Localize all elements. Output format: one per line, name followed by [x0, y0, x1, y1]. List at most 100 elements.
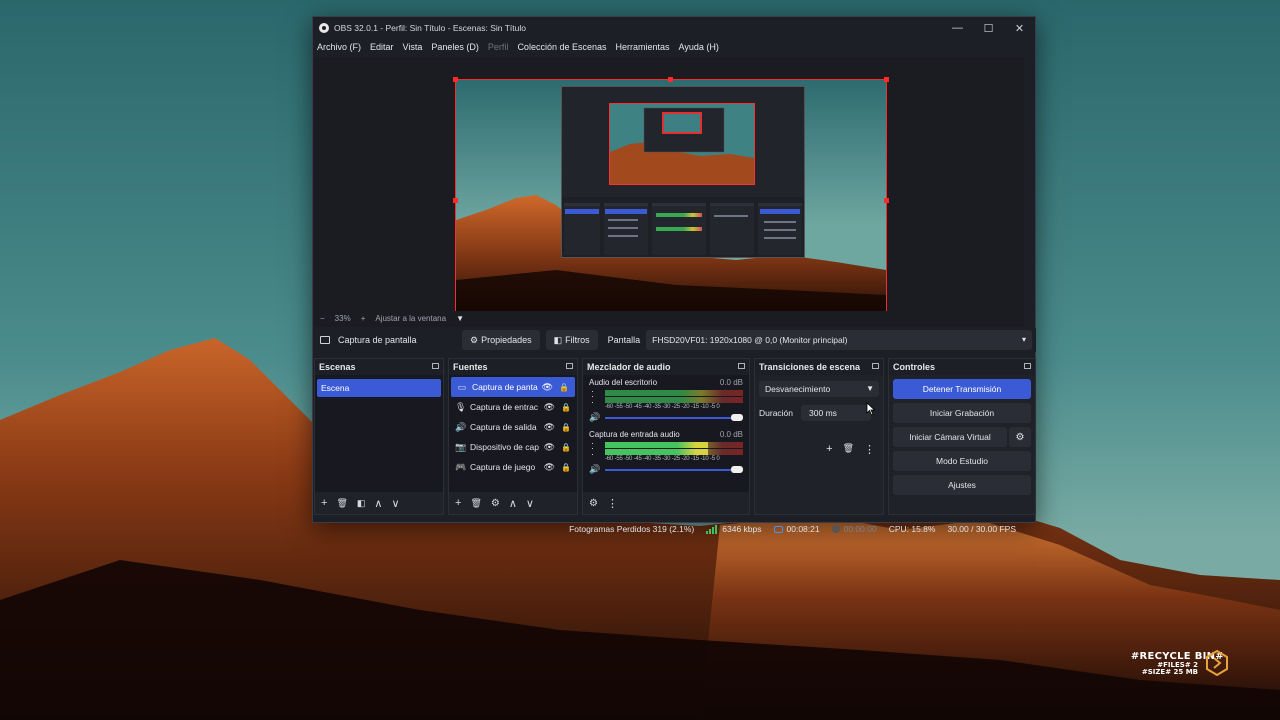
menu-herramientas[interactable]: Herramientas	[616, 42, 670, 52]
add-icon[interactable]: +	[826, 443, 832, 456]
lock-icon[interactable]: 🔒	[561, 403, 571, 412]
menu-coleccion-escenas[interactable]: Colección de Escenas	[517, 42, 606, 52]
bitrate-status: 6346 kbps	[706, 524, 762, 534]
mixer-header: Mezclador de audio	[583, 359, 749, 375]
record-time-status: 00:00:00	[831, 524, 877, 534]
resize-handle-tr[interactable]	[884, 77, 889, 82]
minimize-button[interactable]: —	[942, 17, 973, 39]
trash-icon[interactable]: 🗑	[843, 443, 854, 456]
mixer-title: Mezclador de audio	[587, 362, 671, 372]
chevron-up-icon[interactable]: ∧	[374, 497, 382, 510]
virtual-camera-settings-button[interactable]: ⚙	[1009, 427, 1031, 447]
source-item-input-capture[interactable]: 🎙 Captura de entrac 👁 🔒	[449, 397, 577, 417]
popout-icon[interactable]	[1024, 363, 1031, 369]
duration-input[interactable]: 300 ms	[801, 405, 872, 421]
resize-handle-r[interactable]	[884, 198, 889, 203]
stream-time-value: 00:08:21	[786, 524, 820, 534]
controls-dock: Controles Detener Transmisión Iniciar Gr…	[888, 358, 1036, 515]
menu-vista[interactable]: Vista	[403, 42, 423, 52]
scene-item[interactable]: Escena	[317, 379, 441, 397]
zoom-in-button[interactable]: +	[361, 314, 366, 323]
chevron-up-icon[interactable]: ∧	[509, 497, 517, 510]
scenes-header: Escenas	[315, 359, 443, 375]
settings-button[interactable]: Ajustes	[893, 475, 1031, 495]
volume-slider-knob[interactable]	[731, 466, 743, 473]
resize-handle-l[interactable]	[453, 198, 458, 203]
add-icon[interactable]: +	[455, 497, 461, 509]
preview-canvas[interactable]	[455, 79, 887, 322]
maximize-button[interactable]: ☐	[973, 17, 1004, 39]
source-item-display-capture[interactable]: ▭ Captura de panta 👁 🔒	[451, 377, 575, 397]
menu-editar[interactable]: Editar	[370, 42, 394, 52]
studio-mode-button[interactable]: Modo Estudio	[893, 451, 1031, 471]
popout-icon[interactable]	[872, 363, 879, 369]
kebab-menu-icon[interactable]: ⋮	[607, 497, 618, 510]
close-button[interactable]: ✕	[1004, 17, 1035, 39]
kebab-menu-icon[interactable]: · · ·	[591, 386, 594, 406]
popout-icon[interactable]	[738, 363, 745, 369]
add-icon[interactable]: +	[321, 497, 327, 509]
popout-icon[interactable]	[432, 363, 439, 369]
source-item-output-capture[interactable]: 🔊 Captura de salida 👁 🔒	[449, 417, 577, 437]
gear-icon[interactable]: ⚙	[491, 498, 500, 509]
filters-button[interactable]: ◧ Filtros	[545, 330, 598, 350]
stream-time-status: 00:08:21	[773, 524, 820, 534]
start-recording-button[interactable]: Iniciar Grabación	[893, 403, 1031, 423]
controls-body: Detener Transmisión Iniciar Grabación In…	[889, 375, 1035, 514]
menu-archivo[interactable]: Archivo (F)	[317, 42, 361, 52]
trash-icon[interactable]: 🗑	[336, 498, 347, 509]
filter-icon[interactable]: ◧	[357, 498, 366, 509]
audio-mixer-dock: Mezclador de audio Audio del escritorio …	[582, 358, 750, 515]
preview-scrollbar[interactable]	[1012, 57, 1024, 327]
display-select[interactable]: FHSD20VF01: 1920x1080 @ 0,0 (Monitor pri…	[646, 330, 1032, 350]
eye-icon[interactable]: 👁	[542, 382, 553, 393]
eye-icon[interactable]: 👁	[544, 462, 555, 473]
popout-icon[interactable]	[566, 363, 573, 369]
transition-tools: + 🗑 ⋮	[816, 443, 875, 456]
volume-slider[interactable]	[605, 469, 735, 471]
lock-icon[interactable]: 🔒	[561, 463, 571, 472]
transitions-title: Transiciones de escena	[759, 362, 861, 372]
volume-row: 🔊	[589, 464, 743, 475]
volume-slider-knob[interactable]	[731, 414, 743, 421]
source-item-game-capture[interactable]: 🎮 Captura de juego 👁 🔒	[449, 457, 577, 477]
transitions-header: Transiciones de escena	[755, 359, 883, 375]
volume-slider[interactable]	[605, 417, 735, 419]
chevron-down-icon[interactable]: ∨	[391, 497, 399, 510]
resize-handle-t[interactable]	[668, 77, 673, 82]
speaker-icon[interactable]: 🔊	[589, 412, 600, 423]
zoom-out-button[interactable]: −	[320, 314, 325, 323]
lock-icon[interactable]: 🔒	[559, 383, 569, 392]
stop-streaming-button[interactable]: Detener Transmisión	[893, 379, 1031, 399]
properties-button[interactable]: ⚙ Propiedades	[462, 330, 540, 350]
display-capture-icon	[320, 336, 330, 344]
meter-ticks: -60 -55 -50 -45 -40 -35 -30 -25 -20 -15 …	[605, 404, 720, 410]
eye-icon[interactable]: 👁	[544, 402, 555, 413]
zoom-dropdown-caret[interactable]: ▼	[456, 314, 464, 323]
menu-ayuda[interactable]: Ayuda (H)	[679, 42, 719, 52]
source-label: Captura de panta	[472, 382, 538, 392]
start-virtual-camera-button[interactable]: Iniciar Cámara Virtual	[893, 427, 1007, 447]
gear-icon[interactable]: ⚙	[589, 498, 598, 509]
eye-icon[interactable]: 👁	[544, 422, 555, 433]
lock-icon[interactable]: 🔒	[561, 443, 571, 452]
menu-paneles[interactable]: Paneles (D)	[431, 42, 479, 52]
controls-header: Controles	[889, 359, 1035, 375]
recycle-bin-icon[interactable]	[1206, 650, 1228, 676]
kebab-menu-icon[interactable]: · · ·	[591, 438, 594, 458]
speaker-icon: 🔊	[455, 421, 467, 432]
preview-area[interactable]	[314, 57, 1024, 327]
speaker-icon[interactable]: 🔊	[589, 464, 600, 475]
eye-icon[interactable]: 👁	[544, 442, 555, 453]
trash-icon[interactable]: 🗑	[470, 498, 481, 509]
kebab-menu-icon[interactable]: ⋮	[864, 443, 875, 456]
scenes-dock: Escenas Escena + 🗑 ◧ ∧ ∨	[314, 358, 444, 515]
chevron-down-icon[interactable]: ∨	[526, 497, 534, 510]
source-item-video-device[interactable]: 📷 Dispositivo de cap 👁 🔒	[449, 437, 577, 457]
lock-icon[interactable]: 🔒	[561, 423, 571, 432]
transition-select[interactable]: Desvanecimiento ▼	[759, 381, 879, 397]
title-bar[interactable]: OBS 32.0.1 - Perfil: Sin Título - Escena…	[313, 17, 1035, 39]
resize-handle-tl[interactable]	[453, 77, 458, 82]
fit-to-window-button[interactable]: Ajustar a la ventana	[375, 314, 446, 323]
source-label: Captura de entrac	[470, 402, 539, 412]
